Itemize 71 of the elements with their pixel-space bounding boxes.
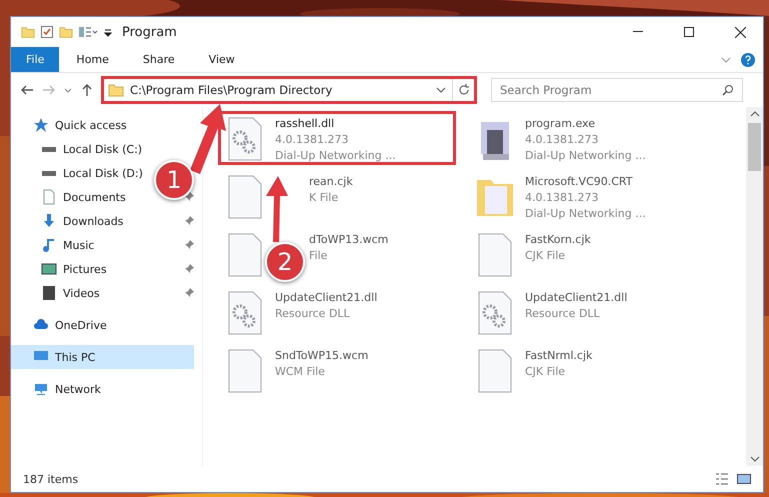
ribbon-tab[interactable]: Share bbox=[126, 47, 192, 72]
file-name[interactable]: program.exe bbox=[525, 116, 646, 132]
properties-icon[interactable] bbox=[78, 25, 98, 39]
sidebar-item[interactable]: Network bbox=[11, 377, 107, 401]
file-detail: 4.0.1381.273 bbox=[525, 132, 600, 148]
file-detail: Resource DLL bbox=[525, 306, 601, 322]
file-detail: 4.0.1381.273 bbox=[275, 132, 350, 148]
film-icon bbox=[41, 285, 57, 301]
pin-icon bbox=[184, 192, 194, 202]
maximize-icon bbox=[684, 27, 694, 37]
document-icon bbox=[41, 189, 57, 205]
file-name[interactable]: Microsoft.VC90.CRT bbox=[525, 174, 646, 190]
file-detail: File bbox=[309, 248, 328, 264]
file-detail: CJK File bbox=[525, 364, 566, 380]
sidebar-item[interactable]: Pictures bbox=[11, 257, 113, 281]
star-icon bbox=[33, 117, 49, 133]
sidebar-item[interactable]: This PC bbox=[11, 345, 194, 369]
search-icon bbox=[722, 84, 734, 96]
sidebar-item[interactable]: Local Disk (C:) bbox=[11, 137, 148, 161]
download-icon bbox=[41, 213, 57, 229]
sidebar-item[interactable]: OneDrive bbox=[11, 313, 113, 337]
folder-icon bbox=[21, 25, 35, 39]
chevron-down-icon[interactable] bbox=[436, 85, 446, 95]
file-name[interactable]: UpdateClient21.dll bbox=[525, 290, 628, 306]
sidebar-item[interactable]: Downloads bbox=[11, 209, 130, 233]
search-field[interactable]: Search Program bbox=[491, 78, 743, 102]
pin-icon bbox=[184, 288, 194, 298]
pictures-icon bbox=[41, 261, 57, 277]
file-name[interactable]: UpdateClient21.dll bbox=[275, 290, 378, 306]
file-detail: 4.0.1381.273 bbox=[525, 190, 600, 206]
help-icon[interactable] bbox=[741, 52, 755, 66]
file-name[interactable]: rean.cjk bbox=[309, 174, 353, 190]
file-detail: Dial-Up Networking ... bbox=[275, 148, 396, 164]
file-detail: WCM File bbox=[275, 364, 326, 380]
file-name[interactable]: SndToWP15.wcm bbox=[275, 348, 368, 364]
ribbon-tab[interactable]: Home bbox=[59, 47, 126, 72]
window-title: Program bbox=[122, 24, 178, 40]
minimize-icon bbox=[633, 31, 643, 33]
file-detail: Dial-Up Networking ... bbox=[525, 148, 646, 164]
sidebar-item[interactable]: Quick access bbox=[11, 113, 133, 137]
scroll-thumb[interactable] bbox=[748, 123, 761, 171]
music-note-icon bbox=[41, 237, 57, 253]
refresh-icon bbox=[458, 84, 470, 96]
file-name[interactable]: FastNrml.cjk bbox=[525, 348, 592, 364]
folder-icon bbox=[108, 82, 124, 98]
file-name[interactable]: FastKorn.cjk bbox=[525, 232, 591, 248]
sidebar-item[interactable]: Music bbox=[11, 233, 100, 257]
close-icon bbox=[734, 26, 746, 38]
file-detail: Dial-Up Networking ... bbox=[525, 206, 646, 222]
network-icon bbox=[33, 381, 49, 397]
folder-icon bbox=[59, 25, 73, 39]
ribbon-tab[interactable]: View bbox=[192, 47, 252, 72]
file-detail: Resource DLL bbox=[275, 306, 351, 322]
item-count: 187 items bbox=[23, 472, 78, 486]
address-bar[interactable]: C:\Program Files\Program Directory bbox=[104, 79, 474, 101]
sidebar-item[interactable]: Videos bbox=[11, 281, 106, 305]
file-detail: K File bbox=[309, 190, 340, 206]
sidebar-item[interactable]: Local Disk (D:) bbox=[11, 161, 149, 185]
file-name[interactable]: rasshell.dll bbox=[275, 116, 396, 132]
pin-icon bbox=[184, 240, 194, 250]
pin-icon bbox=[184, 216, 194, 226]
pin-icon bbox=[184, 264, 194, 274]
address-path: C:\Program Files\Program Directory bbox=[130, 83, 334, 97]
sidebar-item[interactable]: Documents bbox=[11, 185, 132, 209]
file-name[interactable]: dToWP13.wcm bbox=[309, 232, 388, 248]
file-menu-tab[interactable]: File bbox=[11, 47, 60, 72]
large-icons-view-icon[interactable] bbox=[737, 473, 751, 485]
file-detail: CJK File bbox=[525, 248, 566, 264]
checklist-icon[interactable] bbox=[40, 25, 54, 39]
arrow bbox=[265, 176, 289, 242]
details-view-icon[interactable] bbox=[715, 473, 729, 485]
